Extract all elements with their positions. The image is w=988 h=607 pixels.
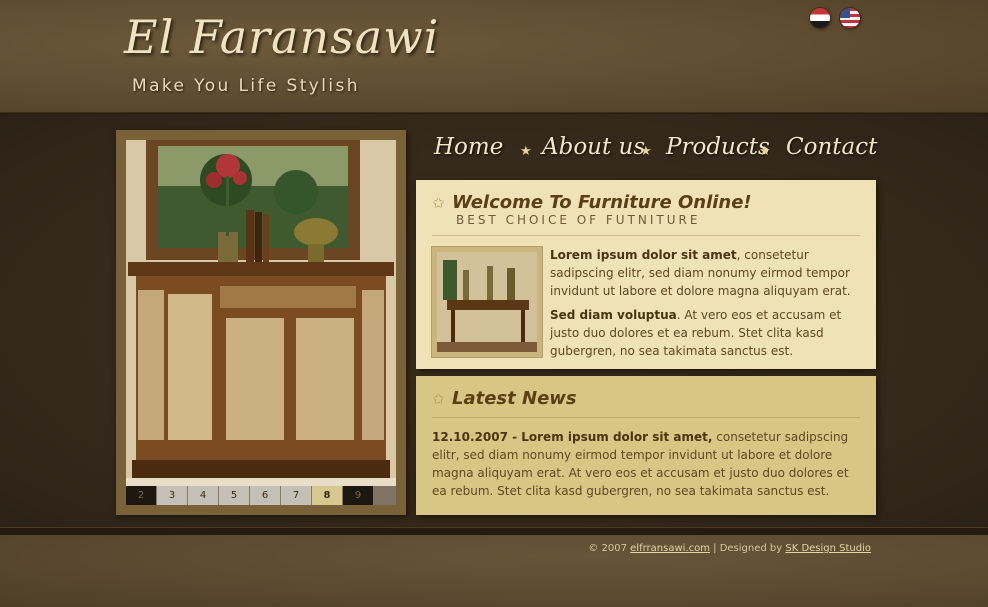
- news-panel: ✩ Latest News 12.10.2007 - Lorem ipsum d…: [416, 376, 876, 515]
- logo-title[interactable]: El Faransawi: [124, 10, 439, 64]
- welcome-para1-lead: Lorem ipsum dolor sit amet: [550, 248, 737, 262]
- welcome-panel: ✩ Welcome To Furniture Online! BEST CHOI…: [416, 180, 876, 369]
- news-item: 12.10.2007 - Lorem ipsum dolor sit amet,…: [432, 428, 862, 500]
- news-item-lead: 12.10.2007 - Lorem ipsum dolor sit amet,: [432, 430, 713, 444]
- pager-item[interactable]: 7: [281, 486, 312, 505]
- divider: [432, 235, 860, 236]
- main-nav: Home ★ About us ★ Products ★ Contact: [430, 134, 877, 170]
- pager-item[interactable]: 6: [250, 486, 281, 505]
- showcase-photo: [126, 140, 396, 505]
- site-footer: © 2007 elfrransawi.com | Designed by SK …: [0, 535, 988, 607]
- news-title: Latest News: [452, 388, 577, 409]
- star-icon: ✩: [432, 390, 445, 408]
- cabinet-illustration: [126, 140, 396, 505]
- site-header: El Faransawi Make You Life Stylish: [0, 0, 988, 113]
- welcome-paragraph-2: Sed diam voluptua. At vero eos et accusa…: [550, 306, 864, 360]
- welcome-para2-lead: Sed diam voluptua: [550, 308, 677, 322]
- logo-tagline: Make You Life Stylish: [132, 76, 360, 96]
- designer-link[interactable]: SK Design Studio: [785, 543, 871, 554]
- pager-item[interactable]: 4: [188, 486, 219, 505]
- designed-by-text: | Designed by: [713, 543, 783, 554]
- pager-item[interactable]: 5: [219, 486, 250, 505]
- egypt-flag-icon[interactable]: [810, 8, 830, 28]
- nav-products[interactable]: Products: [666, 134, 770, 160]
- welcome-subtitle: BEST CHOICE OF FUTNITURE: [456, 213, 701, 227]
- star-icon: ★: [520, 144, 532, 159]
- site-link[interactable]: elfrransawi.com: [630, 543, 710, 554]
- footer-text: © 2007 elfrransawi.com | Designed by SK …: [588, 543, 871, 554]
- pager-item[interactable]: 2: [126, 486, 157, 505]
- showcase-frame: 2 3 4 5 6 7 8 9: [116, 130, 406, 515]
- pager-item[interactable]: 9: [343, 486, 373, 505]
- pager-item-active[interactable]: 8: [312, 486, 343, 505]
- nav-contact[interactable]: Contact: [786, 134, 877, 160]
- star-icon: ★: [759, 144, 771, 159]
- copyright-text: © 2007: [588, 543, 627, 554]
- us-flag-icon[interactable]: [840, 8, 860, 28]
- star-icon: ★: [640, 144, 652, 159]
- welcome-thumbnail[interactable]: [431, 246, 543, 358]
- divider: [432, 417, 860, 418]
- star-icon: ✩: [432, 194, 445, 212]
- nav-home[interactable]: Home: [434, 134, 503, 160]
- welcome-title: Welcome To Furniture Online!: [452, 192, 752, 213]
- nav-about-us[interactable]: About us: [542, 134, 645, 160]
- pager-item[interactable]: 3: [157, 486, 188, 505]
- welcome-paragraph-1: Lorem ipsum dolor sit amet, consetetur s…: [550, 246, 864, 300]
- console-table-image: [437, 252, 537, 352]
- slide-pager: 2 3 4 5 6 7 8 9: [126, 486, 396, 505]
